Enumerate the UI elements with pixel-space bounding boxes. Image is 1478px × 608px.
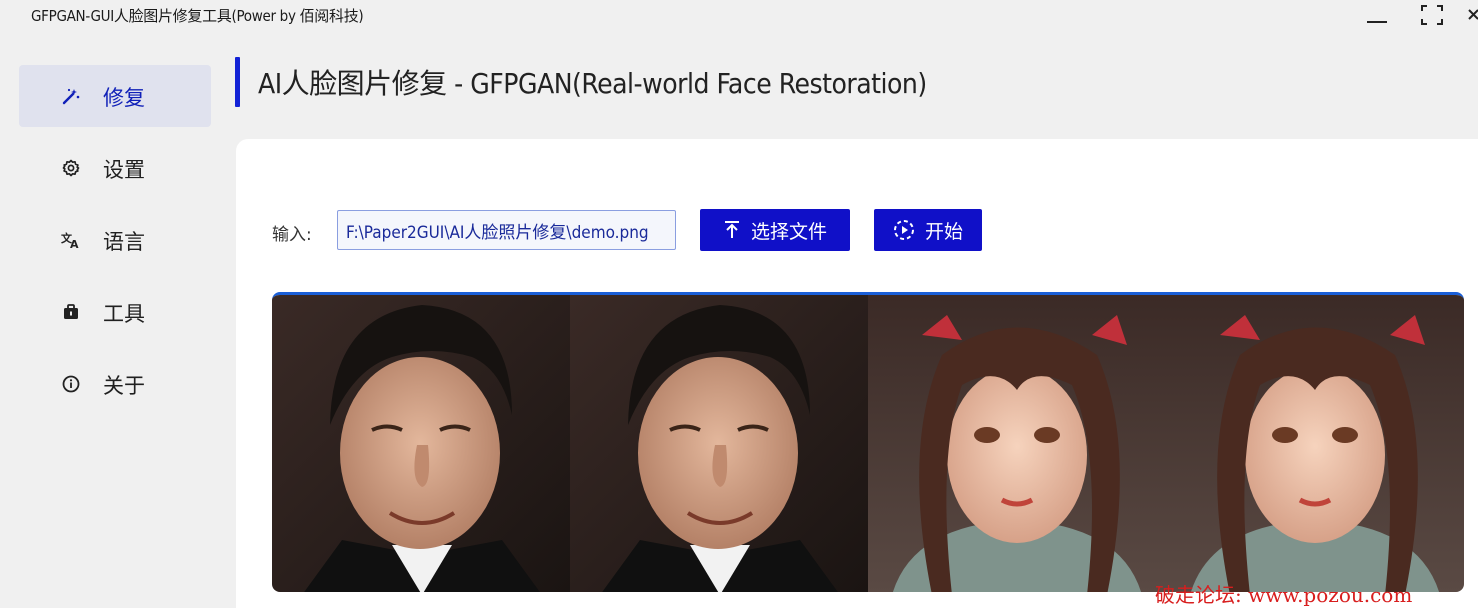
watermark-text: 破走论坛: www.pozou.com xyxy=(1155,583,1413,607)
title-bar: GFPGAN-GUI人脸图片修复工具(Power by 佰阅科技) xyxy=(0,0,1478,32)
sidebar-item-label: 工具 xyxy=(103,302,145,326)
face-photo-original-2 xyxy=(868,295,1166,592)
sidebar-item-language[interactable]: 文 A 语言 xyxy=(19,209,211,271)
maximize-button[interactable] xyxy=(1414,2,1450,28)
sidebar-item-tools[interactable]: 工具 xyxy=(19,281,211,343)
sidebar-item-repair[interactable]: 修复 xyxy=(19,65,211,127)
svg-text:A: A xyxy=(70,238,79,250)
magic-wand-icon xyxy=(62,88,80,105)
sidebar-item-label: 修复 xyxy=(103,86,145,110)
sidebar-item-label: 语言 xyxy=(103,230,145,254)
input-label: 输入: xyxy=(272,225,312,245)
fullscreen-icon xyxy=(1421,5,1443,25)
title-accent-bar xyxy=(235,57,240,107)
start-label: 开始 xyxy=(924,220,963,243)
play-circle-icon xyxy=(893,220,914,240)
select-file-button[interactable]: 选择文件 xyxy=(700,209,850,251)
close-icon xyxy=(1468,9,1478,20)
close-button[interactable] xyxy=(1462,2,1478,28)
face-photo-restored-1 xyxy=(570,295,868,592)
input-path-field[interactable] xyxy=(337,210,676,250)
gear-icon xyxy=(62,159,80,177)
info-icon xyxy=(62,375,80,393)
toolbox-icon xyxy=(64,304,78,319)
sidebar-item-label: 设置 xyxy=(103,158,145,182)
preview-image xyxy=(272,292,1464,592)
select-file-label: 选择文件 xyxy=(750,220,827,243)
translate-icon: 文 A xyxy=(61,231,79,250)
app-title: GFPGAN-GUI人脸图片修复工具(Power by 佰阅科技) xyxy=(31,7,364,25)
face-photo-restored-2 xyxy=(1166,295,1464,592)
start-button[interactable]: 开始 xyxy=(874,209,982,251)
sidebar: 修复 设置 文 A 语言 工具 关于 xyxy=(19,65,211,425)
face-photo-original-1 xyxy=(272,295,570,592)
minimize-button[interactable] xyxy=(1362,2,1398,28)
sidebar-item-settings[interactable]: 设置 xyxy=(19,137,211,199)
sidebar-item-about[interactable]: 关于 xyxy=(19,353,211,415)
sidebar-item-label: 关于 xyxy=(103,374,145,398)
page-title: AI人脸图片修复 - GFPGAN(Real-world Face Restor… xyxy=(258,67,927,100)
upload-icon xyxy=(724,221,739,238)
